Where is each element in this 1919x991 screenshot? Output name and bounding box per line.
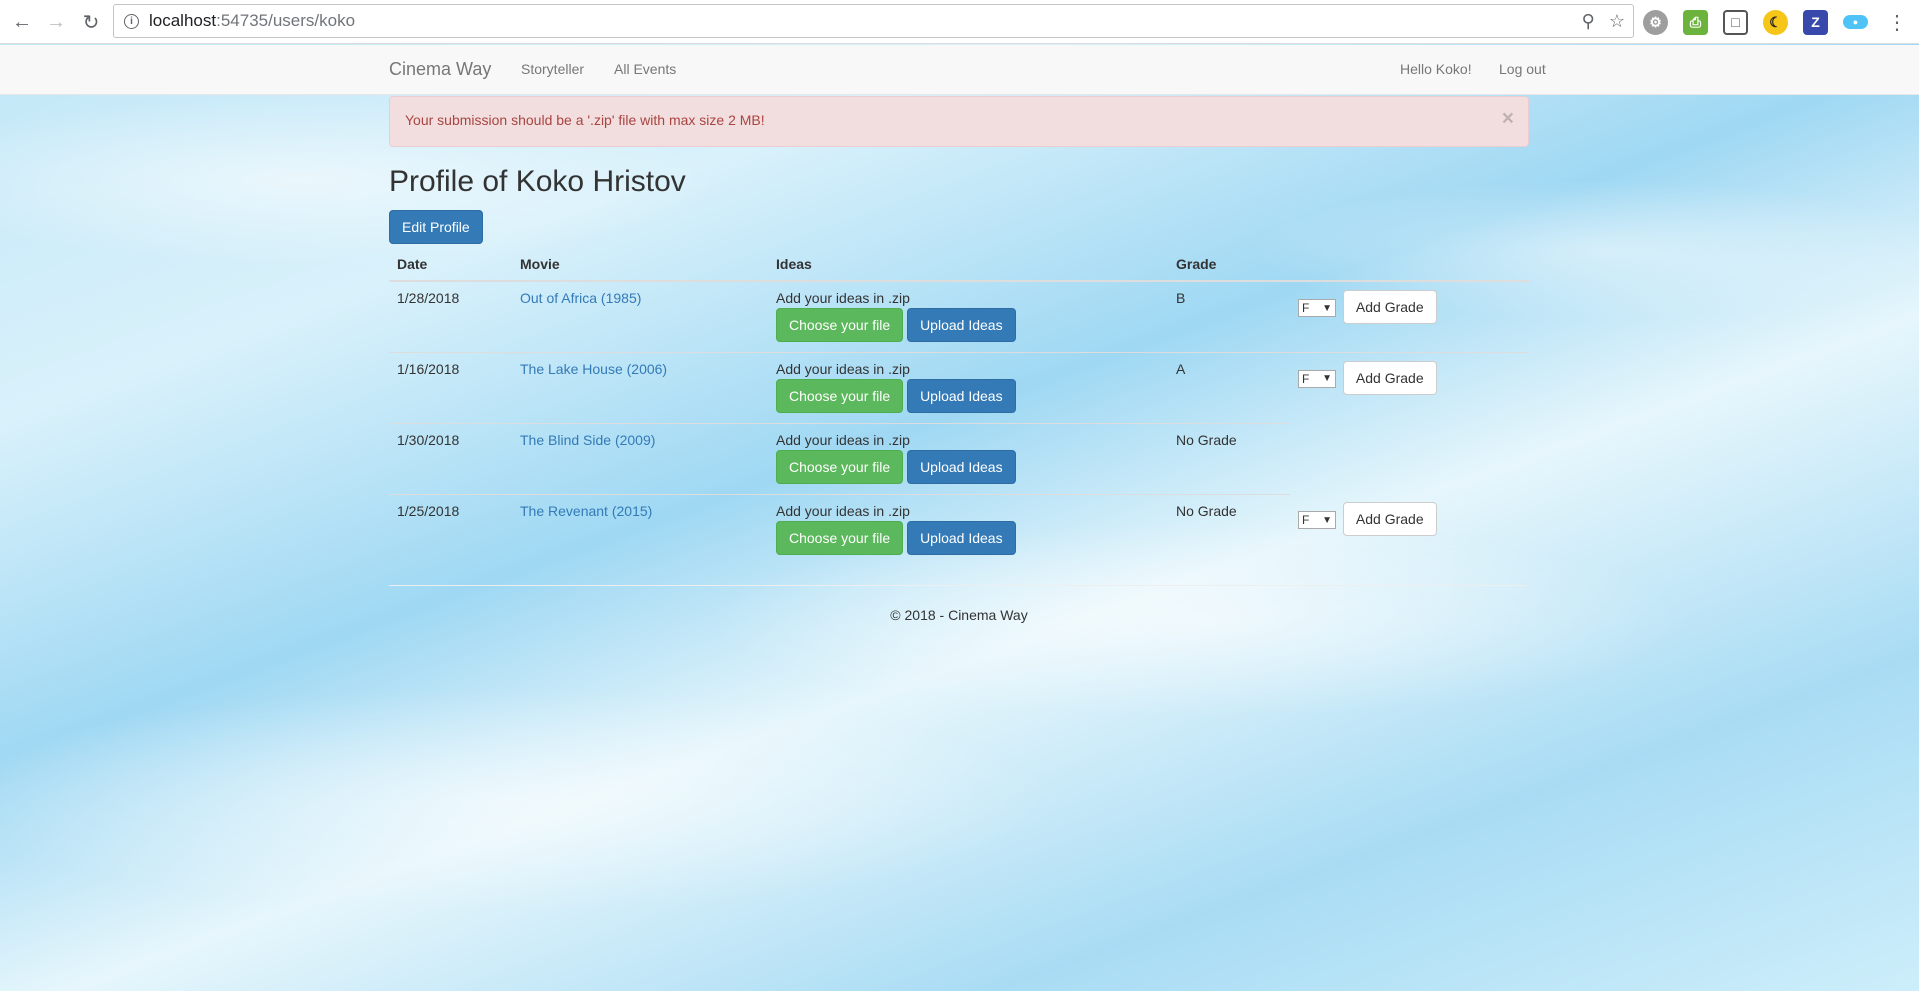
movie-link[interactable]: The Blind Side (2009) [520, 432, 655, 448]
choose-file-button[interactable]: Choose your file [776, 520, 904, 555]
add-grade-button[interactable]: Add Grade [1342, 290, 1437, 324]
browser-toolbar: ← → ↻ i localhost:54735/users/koko ⚲ ☆ ⚙… [0, 0, 1919, 44]
forward-icon[interactable]: → [42, 8, 70, 36]
grade-action-cell: F ▼ Add Grade [1290, 280, 1529, 352]
back-icon[interactable]: ← [8, 8, 36, 36]
ideas-label: Add your ideas in .zip [776, 360, 910, 377]
movie-cell: The Lake House (2006) [512, 351, 768, 423]
date-cell: 1/28/2018 [389, 280, 512, 352]
ideas-cell: Add your ideas in .zip Choose your file … [768, 280, 1168, 352]
movie-cell: The Revenant (2015) [512, 493, 768, 565]
movie-cell: Out of Africa (1985) [512, 280, 768, 352]
print-extension-icon[interactable]: ⎙ [1683, 9, 1708, 35]
alert-message: Your submission should be a '.zip' file … [405, 112, 765, 128]
date-cell: 1/30/2018 [389, 422, 512, 494]
grade-cell: A [1168, 351, 1290, 423]
ideas-cell: Add your ideas in .zip Choose your file … [768, 351, 1168, 423]
upload-ideas-button[interactable]: Upload Ideas [907, 520, 1016, 555]
date-cell: 1/16/2018 [389, 351, 512, 423]
menu-icon[interactable]: ⋮ [1883, 8, 1911, 36]
chevron-down-icon: ▼ [1322, 302, 1332, 314]
ideas-cell: Add your ideas in .zip Choose your file … [768, 493, 1168, 565]
ideas-label: Add your ideas in .zip [776, 502, 910, 519]
close-icon[interactable]: × [1502, 108, 1514, 129]
upload-ideas-button[interactable]: Upload Ideas [907, 449, 1016, 484]
brand-link[interactable]: Cinema Way [389, 59, 491, 80]
table-header-row: Date Movie Ideas Grade [389, 244, 1529, 282]
add-grade-button[interactable]: Add Grade [1342, 360, 1437, 395]
chevron-down-icon: ▼ [1322, 514, 1332, 526]
grade-action-cell: F ▼ Add Grade [1290, 351, 1529, 423]
movie-cell: The Blind Side (2009) [512, 422, 768, 494]
column-header-actions [1290, 244, 1529, 282]
upload-ideas-button[interactable]: Upload Ideas [907, 378, 1016, 413]
grade-select[interactable]: F ▼ [1298, 299, 1336, 318]
table-row: 1/16/2018 The Lake House (2006) Add your… [389, 351, 1529, 423]
grade-action-cell [1290, 423, 1529, 494]
grade-cell: No Grade [1168, 422, 1290, 494]
column-header-grade: Grade [1168, 244, 1290, 282]
footer-divider [389, 585, 1529, 586]
events-table: Date Movie Ideas Grade 1/28/2018 Out of … [389, 244, 1529, 565]
column-header-ideas: Ideas [768, 244, 1168, 282]
toggle-extension-icon[interactable]: ● [1843, 15, 1868, 29]
zoom-icon[interactable]: ⚲ [1582, 11, 1595, 32]
movie-link[interactable]: The Lake House (2006) [520, 361, 667, 377]
z-extension-icon[interactable]: Z [1803, 9, 1828, 35]
error-alert: Your submission should be a '.zip' file … [389, 96, 1529, 147]
logout-link[interactable]: Log out [1499, 61, 1546, 77]
grade-select[interactable]: F ▼ [1298, 511, 1336, 530]
table-row: 1/30/2018 The Blind Side (2009) Add your… [389, 422, 1529, 494]
ideas-label: Add your ideas in .zip [776, 290, 910, 306]
nav-link-storyteller[interactable]: Storyteller [521, 61, 584, 77]
grade-cell: B [1168, 280, 1290, 352]
grade-select-value: F [1302, 371, 1310, 386]
choose-file-button[interactable]: Choose your file [776, 449, 904, 484]
address-bar[interactable]: i localhost:54735/users/koko ⚲ ☆ [113, 4, 1634, 38]
screenshot-extension-icon[interactable]: □ [1723, 9, 1748, 35]
grade-cell: No Grade [1168, 493, 1290, 565]
night-mode-extension-icon[interactable]: ☾ [1763, 9, 1788, 35]
greeting-link[interactable]: Hello Koko! [1400, 61, 1472, 77]
date-cell: 1/25/2018 [389, 493, 512, 565]
ideas-label: Add your ideas in .zip [776, 431, 910, 448]
settings-extension-icon[interactable]: ⚙ [1643, 9, 1668, 35]
edit-profile-button[interactable]: Edit Profile [389, 210, 483, 244]
choose-file-button[interactable]: Choose your file [776, 308, 904, 342]
table-row: 1/25/2018 The Revenant (2015) Add your i… [389, 493, 1529, 565]
grade-action-cell: F ▼ Add Grade [1290, 494, 1529, 565]
page-title: Profile of Koko Hristov [389, 165, 686, 198]
grade-select[interactable]: F ▼ [1298, 369, 1336, 388]
info-icon[interactable]: i [124, 13, 139, 29]
ideas-cell: Add your ideas in .zip Choose your file … [768, 422, 1168, 494]
movie-link[interactable]: The Revenant (2015) [520, 503, 652, 519]
reload-icon[interactable]: ↻ [77, 8, 105, 36]
chevron-down-icon: ▼ [1322, 373, 1332, 385]
column-header-movie: Movie [512, 244, 768, 282]
bookmark-star-icon[interactable]: ☆ [1609, 11, 1625, 32]
table-row: 1/28/2018 Out of Africa (1985) Add your … [389, 280, 1529, 352]
column-header-date: Date [389, 244, 512, 282]
add-grade-button[interactable]: Add Grade [1342, 502, 1437, 536]
grade-select-value: F [1302, 301, 1310, 316]
grade-select-value: F [1302, 513, 1310, 528]
site-navbar: Cinema Way Storyteller All Events Hello … [0, 45, 1919, 95]
url-path: :54735/users/koko [216, 11, 356, 30]
nav-link-all-events[interactable]: All Events [614, 61, 676, 77]
footer-text: © 2018 - Cinema Way [890, 607, 1028, 623]
url-host: localhost [149, 11, 217, 30]
upload-ideas-button[interactable]: Upload Ideas [907, 308, 1016, 342]
choose-file-button[interactable]: Choose your file [776, 378, 904, 413]
movie-link[interactable]: Out of Africa (1985) [520, 290, 641, 306]
